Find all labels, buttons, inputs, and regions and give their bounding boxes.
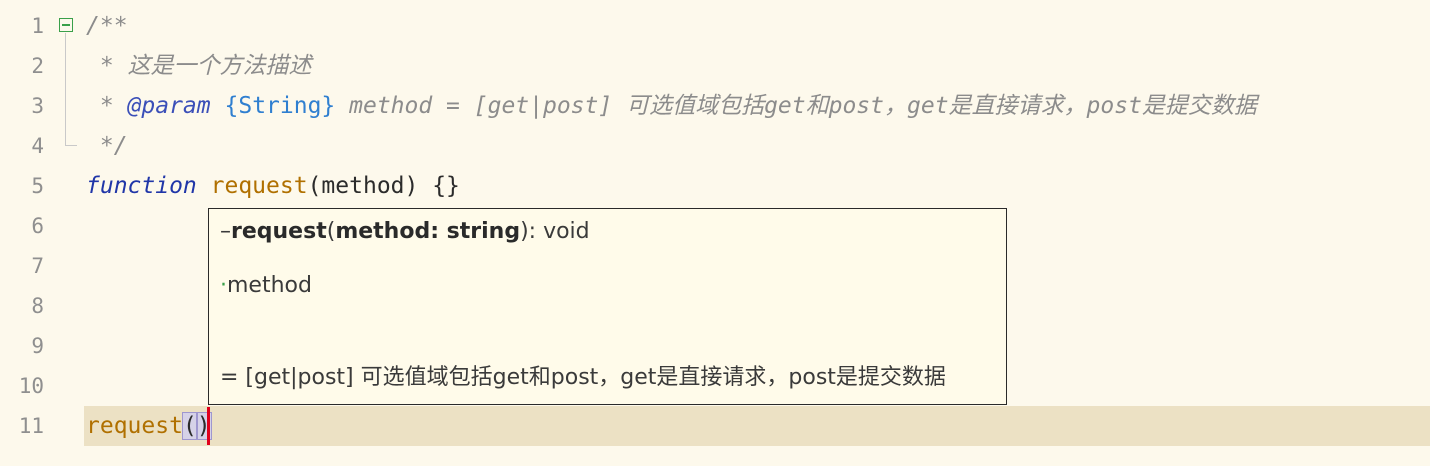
- comment-param-line: * @param {String} method = [get|post] 可选…: [86, 86, 1257, 126]
- signature-function-name: request: [231, 219, 327, 244]
- function-declaration: function request(method) {}: [86, 166, 460, 206]
- jsdoc-type: {String}: [224, 93, 336, 119]
- function-call: request(): [86, 406, 212, 446]
- param-description-text: = [get|post] 可选值域包括get和post，get是直接请求，pos…: [220, 365, 946, 390]
- signature-line: –request(method: string): void: [220, 219, 590, 244]
- text-caret: [207, 407, 210, 445]
- bullet-icon: ·: [220, 273, 227, 298]
- function-name: request: [210, 173, 308, 199]
- code-editor[interactable]: 1 2 3 4 5 6 7 8 9 10 11 /** * 这是一个方法描述 *…: [0, 0, 1430, 466]
- param-description: method = [get|post] 可选值域包括get和post，get是直…: [335, 93, 1257, 119]
- jsdoc-param-tag: @param: [127, 93, 211, 119]
- line-number: 8: [31, 294, 44, 318]
- code-line-3: * @param {String} method = [get|post] 可选…: [0, 86, 1430, 126]
- line-number: 10: [18, 374, 44, 398]
- signature-return: ): void: [520, 219, 590, 244]
- code-line-5: function request(method) {}: [0, 166, 1430, 206]
- param-line: ·method: [220, 273, 312, 298]
- call-function-name: request: [86, 413, 183, 439]
- code-line-2: * 这是一个方法描述: [0, 46, 1430, 86]
- signature-dash: –: [220, 219, 231, 244]
- line-number: 7: [31, 254, 44, 278]
- code-line-1: /**: [0, 6, 1430, 46]
- comment-description: * 这是一个方法描述: [86, 53, 312, 79]
- comment-open: /**: [86, 13, 128, 39]
- code-line-11: request(): [0, 406, 1430, 446]
- signature-param: method: string: [335, 219, 521, 244]
- open-paren: (: [181, 412, 198, 440]
- code-line-4: */: [0, 126, 1430, 166]
- comment-prefix: *: [86, 93, 128, 119]
- parameter-info-popup: –request(method: string): void ·method =…: [208, 208, 1007, 405]
- line-number: 9: [31, 334, 44, 358]
- comment-close: */: [86, 133, 128, 159]
- line-number: 6: [31, 214, 44, 238]
- function-params: (method) {}: [307, 173, 460, 199]
- param-name: method: [227, 273, 312, 298]
- function-keyword: function: [86, 173, 197, 199]
